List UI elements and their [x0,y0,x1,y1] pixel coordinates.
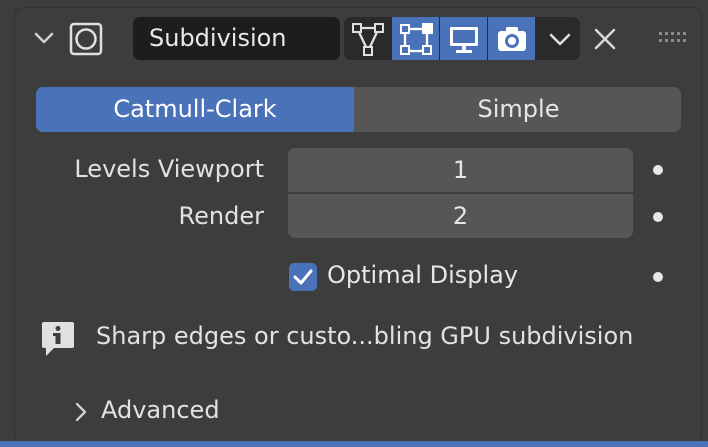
subdivision-algorithm-selector: Catmull-Clark Simple [36,87,681,132]
render-levels-label: Render [178,202,264,230]
edit-mode-toggle[interactable] [344,17,391,60]
collapse-chevron-icon[interactable] [33,27,55,49]
modifier-name-field[interactable]: Subdivision [133,17,340,60]
keyframe-dot-icon[interactable] [653,212,663,222]
keyframe-dot-icon[interactable] [653,165,663,175]
camera-icon [497,26,526,51]
extra-menu-toggle[interactable] [536,17,580,60]
optimal-display-label[interactable]: Optimal Display [327,261,518,289]
cage-square-icon [399,22,433,55]
on-cage-toggle[interactable] [392,17,439,60]
remove-modifier-button[interactable] [590,24,620,54]
subdivision-modifier-icon [69,22,103,56]
levels-viewport-label: Levels Viewport [74,155,264,183]
edit-mode-vertex-icon [351,22,384,56]
gpu-subdivision-info-text: Sharp edges or custo...bling GPU subdivi… [96,322,634,350]
checkmark-icon [293,269,313,285]
viewport-display-toggle[interactable] [440,17,487,60]
optimal-display-checkbox[interactable] [289,263,317,291]
chevron-right-icon[interactable] [72,401,90,423]
next-panel-edge [0,441,708,447]
levels-viewport-field[interactable]: 1 [288,148,633,192]
advanced-subpanel-header[interactable]: Advanced [101,396,220,424]
catmull-clark-option[interactable]: Catmull-Clark [36,87,354,132]
render-toggle[interactable] [488,17,535,60]
close-icon [594,28,616,50]
keyframe-dot-icon[interactable] [653,272,663,282]
simple-option[interactable]: Simple [356,87,681,132]
render-levels-field[interactable]: 2 [288,194,633,238]
modifier-toggle-group [344,17,580,60]
info-icon [40,320,76,358]
chevron-down-icon [549,33,570,45]
drag-handle-icon[interactable] [658,30,686,46]
monitor-icon [449,26,478,53]
